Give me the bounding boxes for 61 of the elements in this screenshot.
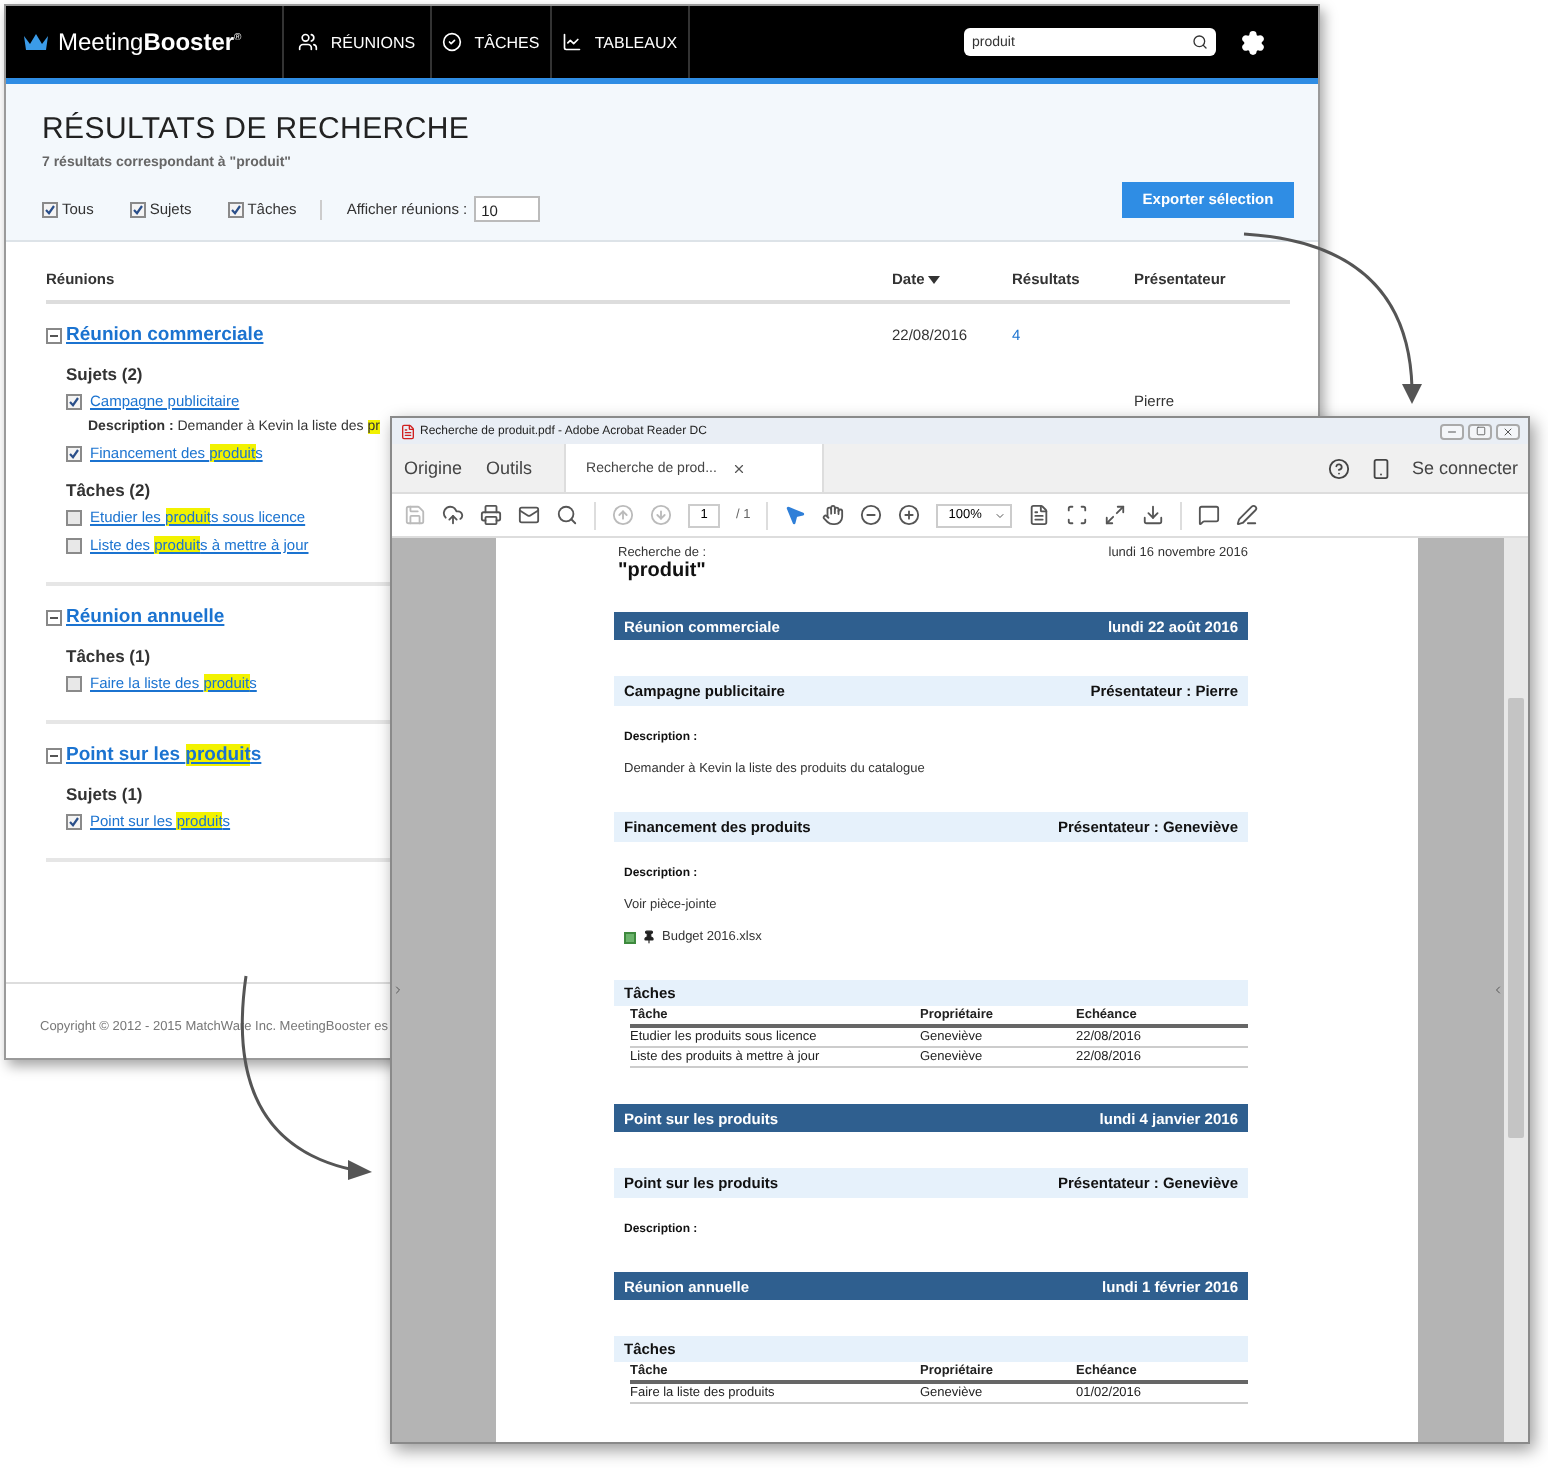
search-icon[interactable] [556,504,578,526]
search-query: "produit" [618,560,707,582]
upload-icon[interactable] [442,504,464,526]
sign-in-link[interactable]: Se connecter [1411,458,1518,478]
collapse-icon[interactable] [46,747,62,763]
scroll-mode-icon[interactable] [1142,504,1165,526]
search-icon [1192,34,1208,50]
close-icon [1502,425,1514,437]
page-fit-icon[interactable] [1028,504,1051,526]
collapse-icon[interactable] [46,327,62,343]
phone-icon[interactable] [1369,457,1392,479]
sort-down-icon [928,275,941,283]
zoom-out-icon[interactable] [860,504,883,526]
scrollbar[interactable] [1504,538,1528,1442]
checkbox[interactable] [227,201,244,217]
page-title: RÉSULTATS DE RECHERCHE [42,112,472,146]
checkbox[interactable] [42,201,58,217]
zoom-in-icon[interactable] [898,504,921,526]
checkbox[interactable] [66,445,82,461]
checkbox[interactable] [66,537,82,553]
tab[interactable]: Outils [474,444,545,492]
crown-icon [22,32,50,52]
fit-width-icon[interactable] [1066,504,1089,526]
close-button[interactable] [1496,423,1520,439]
meeting-link[interactable]: Réunion annuelle [66,606,225,628]
minimize-icon [1446,425,1458,437]
tab[interactable]: Origine [392,444,475,492]
pdf-file-icon [400,423,416,439]
nav-item[interactable]: TABLEAUX [550,6,690,78]
hand-icon[interactable] [822,504,845,526]
chevron-down-icon [994,509,1007,521]
maximize-icon [1475,426,1485,436]
close-icon[interactable] [732,461,747,475]
pointer-icon[interactable] [784,504,807,526]
settings-icon[interactable] [1240,29,1266,55]
mail-icon[interactable] [518,504,540,526]
group-heading: Tâches (2) [66,480,151,500]
maximize-button[interactable] [1468,423,1492,439]
checkbox[interactable] [66,675,82,691]
people-icon [298,32,319,52]
nav-item[interactable]: TÂCHES [430,6,550,78]
app-logo[interactable]: MeetingBooster$^{®}$ [6,6,282,78]
group-heading: Sujets (2) [66,364,143,384]
pin-icon [642,930,656,944]
comment-icon[interactable] [1198,504,1221,526]
fullscreen-icon[interactable] [1104,504,1127,526]
print-icon[interactable] [480,504,502,526]
checkbox[interactable] [66,509,82,525]
group-heading: Sujets (1) [66,784,143,804]
checkbox[interactable] [66,813,82,829]
checkbox[interactable] [66,393,82,409]
meeting-link[interactable]: Réunion commerciale [66,324,264,346]
collapse-icon[interactable] [46,609,62,625]
group-heading: Tâches (1) [66,646,151,666]
checkbox[interactable] [129,201,146,217]
spreadsheet-icon [624,931,636,943]
pen-icon[interactable] [1236,504,1259,526]
help-icon[interactable] [1327,457,1350,479]
check-circle-icon [442,32,463,52]
line-chart-icon [562,32,583,52]
nav-item[interactable]: RÉUNIONS [282,6,430,78]
